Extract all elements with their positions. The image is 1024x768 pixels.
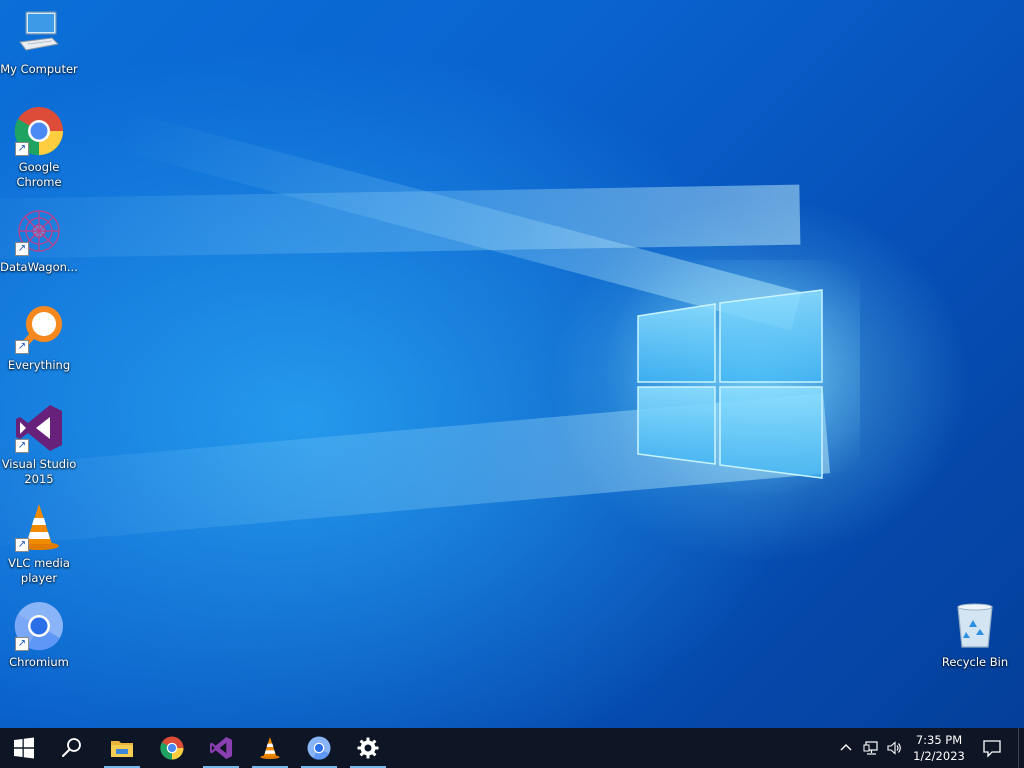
chrome-icon: ↗ [14,106,64,156]
shortcut-arrow-icon: ↗ [15,242,29,256]
taskbar-settings[interactable] [344,728,392,768]
desktop-icon-google-chrome[interactable]: ↗ Google Chrome [0,106,78,190]
desktop-icon-label: Chromium [9,655,69,669]
desktop-icon-chromium[interactable]: ↗ Chromium [0,601,78,670]
desktop-icon-label: My Computer [0,62,78,76]
desktop-icon-label: VLC media player [8,556,70,585]
light-beam [0,184,801,260]
chromium-icon [307,736,331,760]
clock-date: 1/2/2023 [913,749,965,763]
desktop-icon-my-computer[interactable]: My Computer [0,8,78,77]
shortcut-arrow-icon: ↗ [15,538,29,552]
search-button[interactable] [48,728,96,768]
vlc-icon: ↗ [14,502,64,552]
desktop-icon-label: Everything [7,358,71,372]
desktop-icon-vlc-media-player[interactable]: ↗ VLC media player [0,502,78,586]
taskbar-chrome[interactable] [148,728,196,768]
gear-icon [357,737,379,759]
show-desktop-button[interactable] [1018,728,1024,768]
show-hidden-icons-button[interactable] [836,738,856,758]
desktop-icon-recycle-bin[interactable]: Recycle Bin [936,601,1014,670]
search-icon [62,738,81,757]
taskbar-chromium[interactable] [295,728,343,768]
chromium-icon: ↗ [14,601,64,651]
taskbar: 7:35 PM 1/2/2023 [0,728,1024,768]
network-icon [863,741,878,755]
desktop-icon-label: Recycle Bin [941,655,1009,669]
vlc-icon [260,736,280,760]
desktop-icon-label: Visual Studio 2015 [1,457,77,486]
datawagon-icon: ↗ [14,206,64,256]
folder-icon [111,741,133,757]
everything-search-icon: ↗ [14,304,64,354]
taskbar-visual-studio[interactable] [197,728,245,768]
chevron-up-icon [840,744,852,751]
start-button[interactable] [0,728,48,768]
action-center-button[interactable] [972,728,1012,768]
shortcut-arrow-icon: ↗ [15,439,29,453]
windows-start-icon [14,737,34,759]
desktop-icon-visual-studio-2015[interactable]: ↗ Visual Studio 2015 [0,403,78,487]
network-tray-button[interactable] [861,738,881,758]
visual-studio-icon: ↗ [14,403,64,453]
desktop-icon-everything[interactable]: ↗ Everything [0,304,78,373]
notification-icon [983,740,1001,758]
desktop-icon-label: DataWagon... [0,260,78,274]
taskbar-file-explorer[interactable] [98,728,146,768]
volume-icon [887,741,901,755]
visual-studio-icon [209,736,233,760]
shortcut-arrow-icon: ↗ [15,340,29,354]
desktop-icon-label: Google Chrome [16,160,62,189]
computer-icon [14,8,64,58]
shortcut-arrow-icon: ↗ [15,637,29,651]
chrome-icon [160,736,184,760]
desktop-wallpaper: My Computer ↗ Google Chrome ↗ DataWagon.… [0,0,1024,728]
shortcut-arrow-icon: ↗ [15,142,29,156]
clock-time: 7:35 PM [915,733,963,747]
taskbar-vlc[interactable] [246,728,294,768]
windows-logo-wallpaper [637,289,823,479]
desktop-icon-datawagon[interactable]: ↗ DataWagon... [0,206,78,275]
clock[interactable]: 7:35 PM 1/2/2023 [906,732,972,764]
volume-tray-button[interactable] [884,738,904,758]
recycle-bin-icon [950,601,1000,651]
